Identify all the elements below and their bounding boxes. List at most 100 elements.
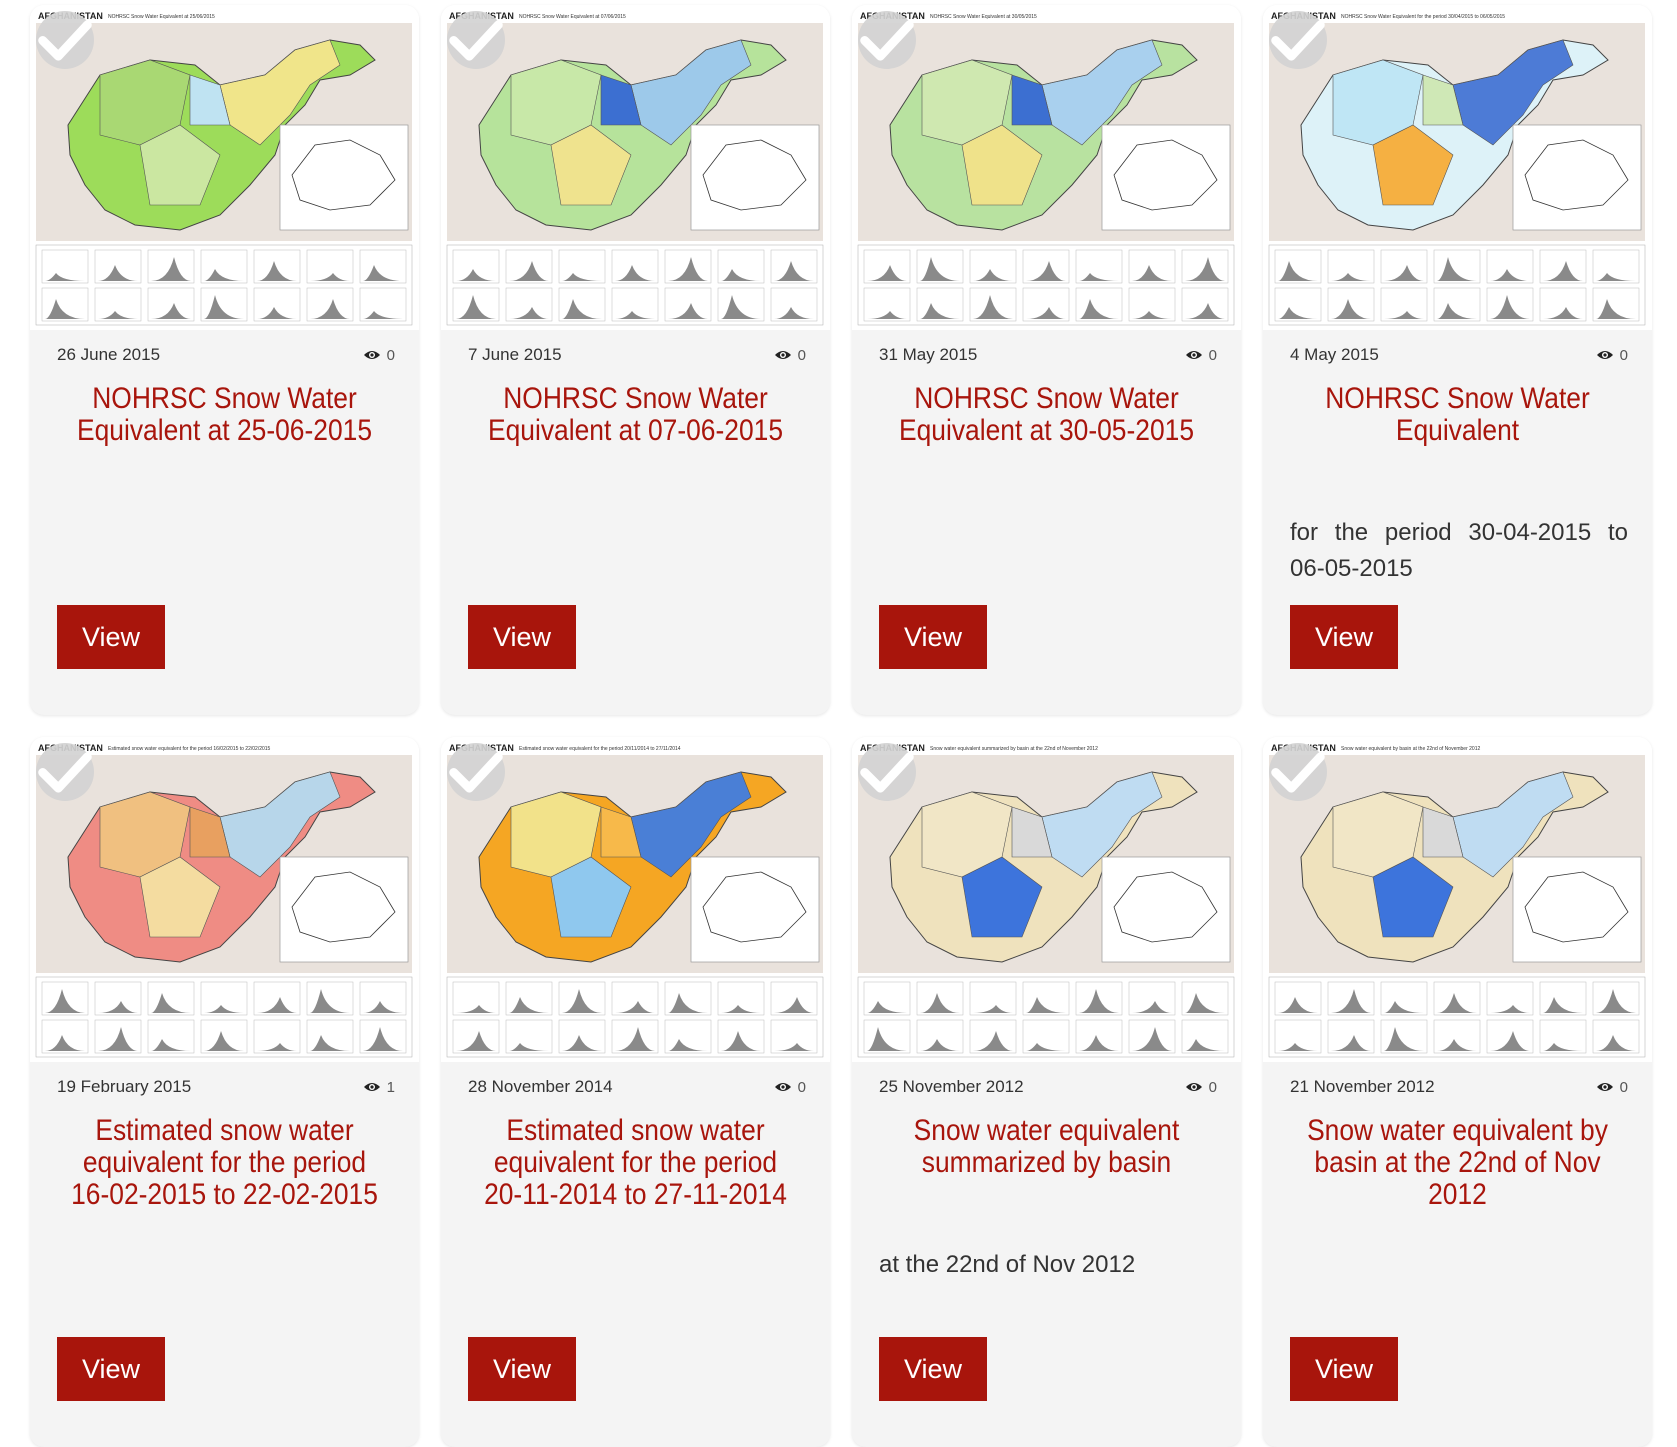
- view-button[interactable]: View: [57, 1337, 165, 1401]
- view-button[interactable]: View: [468, 1337, 576, 1401]
- view-count-number: 0: [1619, 1078, 1628, 1096]
- view-count: 0: [1596, 347, 1628, 364]
- view-count-number: 0: [1208, 346, 1217, 364]
- map-thumbnail[interactable]: AFGHANISTAN NOHRSC Snow Water Equivalent…: [30, 5, 419, 330]
- select-check-button[interactable]: [447, 743, 505, 801]
- view-count-number: 0: [1208, 1078, 1217, 1096]
- view-count: 1: [363, 1079, 395, 1096]
- eye-icon: [1596, 1083, 1613, 1091]
- check-icon: [449, 751, 503, 793]
- eye-icon: [774, 351, 791, 359]
- check-icon: [860, 19, 914, 61]
- card-meta: 21 November 2012 0: [1290, 1077, 1628, 1097]
- view-button[interactable]: View: [879, 1337, 987, 1401]
- card-date: 28 November 2014: [468, 1077, 613, 1096]
- card-title[interactable]: Snow water equivalent by basin at the 22…: [1299, 1115, 1617, 1211]
- map-card: AFGHANISTAN Snow water equivalent by bas…: [1263, 737, 1652, 1447]
- thumb-subtitle: NOHRSC Snow Water Equivalent at 07/06/20…: [519, 14, 626, 20]
- view-button[interactable]: View: [468, 605, 576, 669]
- card-meta: 25 November 2012 0: [879, 1077, 1217, 1097]
- check-icon: [860, 751, 914, 793]
- card-title[interactable]: Estimated snow water equivalent for the …: [477, 1115, 795, 1211]
- view-count: 0: [774, 347, 806, 364]
- eye-icon: [1185, 1083, 1202, 1091]
- check-icon: [38, 19, 92, 61]
- card-date: 31 May 2015: [879, 345, 978, 364]
- check-icon: [1271, 751, 1325, 793]
- map-thumbnail[interactable]: AFGHANISTAN Snow water equivalent by bas…: [1263, 737, 1652, 1062]
- view-button[interactable]: View: [1290, 605, 1398, 669]
- view-count-number: 0: [797, 1078, 806, 1096]
- card-date: 26 June 2015: [57, 345, 161, 364]
- card-date: 7 June 2015: [468, 345, 562, 364]
- view-count: 0: [1185, 347, 1217, 364]
- map-card: AFGHANISTAN Snow water equivalent summar…: [852, 737, 1241, 1447]
- view-count-number: 1: [386, 1078, 395, 1096]
- map-thumbnail[interactable]: AFGHANISTAN Estimated snow water equival…: [441, 737, 830, 1062]
- thumb-subtitle: Snow water equivalent by basin at the 22…: [1341, 746, 1480, 752]
- map-thumbnail[interactable]: AFGHANISTAN Estimated snow water equival…: [30, 737, 419, 1062]
- view-count-number: 0: [386, 346, 395, 364]
- select-check-button[interactable]: [36, 743, 94, 801]
- map-card: AFGHANISTAN NOHRSC Snow Water Equivalent…: [1263, 5, 1652, 715]
- mini-chart-frame: [1592, 249, 1640, 284]
- thumb-subtitle: Estimated snow water equivalent for the …: [519, 746, 681, 752]
- map-thumbnail[interactable]: AFGHANISTAN NOHRSC Snow Water Equivalent…: [1263, 5, 1652, 330]
- view-count-number: 0: [797, 346, 806, 364]
- view-button[interactable]: View: [1290, 1337, 1398, 1401]
- view-count: 0: [363, 347, 395, 364]
- card-meta: 31 May 2015 0: [879, 345, 1217, 365]
- card-meta: 26 June 2015 0: [57, 345, 395, 365]
- check-icon: [38, 751, 92, 793]
- eye-icon: [1596, 351, 1613, 359]
- check-icon: [1271, 19, 1325, 61]
- mini-chart-frame: [1539, 1019, 1587, 1054]
- card-date: 4 May 2015: [1290, 345, 1379, 364]
- card-description: for the period 30-04-2015 to 06-05-2015: [1290, 519, 1628, 582]
- mini-chart-frame: [558, 249, 606, 284]
- card-meta: 7 June 2015 0: [468, 345, 806, 365]
- map-card: AFGHANISTAN NOHRSC Snow Water Equivalent…: [441, 5, 830, 715]
- view-count: 0: [1185, 1079, 1217, 1096]
- card-title[interactable]: NOHRSC Snow Water Equivalent at 07-06-20…: [477, 383, 795, 447]
- select-check-button[interactable]: [1269, 743, 1327, 801]
- view-button[interactable]: View: [879, 605, 987, 669]
- card-meta: 28 November 2014 0: [468, 1077, 806, 1097]
- thumb-subtitle: Snow water equivalent summarized by basi…: [930, 746, 1098, 752]
- map-card: AFGHANISTAN Estimated snow water equival…: [30, 737, 419, 1447]
- mini-chart-frame: [1075, 249, 1123, 284]
- map-card: AFGHANISTAN NOHRSC Snow Water Equivalent…: [852, 5, 1241, 715]
- card-title[interactable]: NOHRSC Snow Water Equivalent at 30-05-20…: [888, 383, 1206, 447]
- card-date: 19 February 2015: [57, 1077, 192, 1096]
- eye-icon: [363, 351, 380, 359]
- select-check-button[interactable]: [1269, 11, 1327, 69]
- select-check-button[interactable]: [858, 743, 916, 801]
- view-button[interactable]: View: [57, 605, 165, 669]
- card-title[interactable]: NOHRSC Snow Water Equivalent: [1299, 383, 1617, 447]
- view-count: 0: [774, 1079, 806, 1096]
- view-count-number: 0: [1619, 346, 1628, 364]
- mini-chart-frame: [1022, 1019, 1070, 1054]
- snow-map-grid: AFGHANISTAN NOHRSC Snow Water Equivalent…: [30, 5, 1652, 1447]
- card-title[interactable]: NOHRSC Snow Water Equivalent at 25-06-20…: [66, 383, 384, 447]
- select-check-button[interactable]: [447, 11, 505, 69]
- card-meta: 4 May 2015 0: [1290, 345, 1628, 365]
- mini-chart-frame: [505, 1019, 553, 1054]
- thumb-subtitle: NOHRSC Snow Water Equivalent at 25/06/20…: [108, 14, 215, 20]
- card-title[interactable]: Estimated snow water equivalent for the …: [66, 1115, 384, 1211]
- thumb-subtitle: Estimated snow water equivalent for the …: [108, 746, 271, 752]
- thumb-subtitle: NOHRSC Snow Water Equivalent for the per…: [1341, 14, 1505, 20]
- map-thumbnail[interactable]: AFGHANISTAN NOHRSC Snow Water Equivalent…: [441, 5, 830, 330]
- map-thumbnail[interactable]: AFGHANISTAN Snow water equivalent summar…: [852, 737, 1241, 1062]
- select-check-button[interactable]: [858, 11, 916, 69]
- map-card: AFGHANISTAN NOHRSC Snow Water Equivalent…: [30, 5, 419, 715]
- select-check-button[interactable]: [36, 11, 94, 69]
- map-card: AFGHANISTAN Estimated snow water equival…: [441, 737, 830, 1447]
- view-count: 0: [1596, 1079, 1628, 1096]
- eye-icon: [363, 1083, 380, 1091]
- card-title[interactable]: Snow water equivalent summarized by basi…: [888, 1115, 1206, 1179]
- map-thumbnail[interactable]: AFGHANISTAN NOHRSC Snow Water Equivalent…: [852, 5, 1241, 330]
- mini-chart-frame: [359, 287, 407, 322]
- eye-icon: [1185, 351, 1202, 359]
- card-date: 21 November 2012: [1290, 1077, 1435, 1096]
